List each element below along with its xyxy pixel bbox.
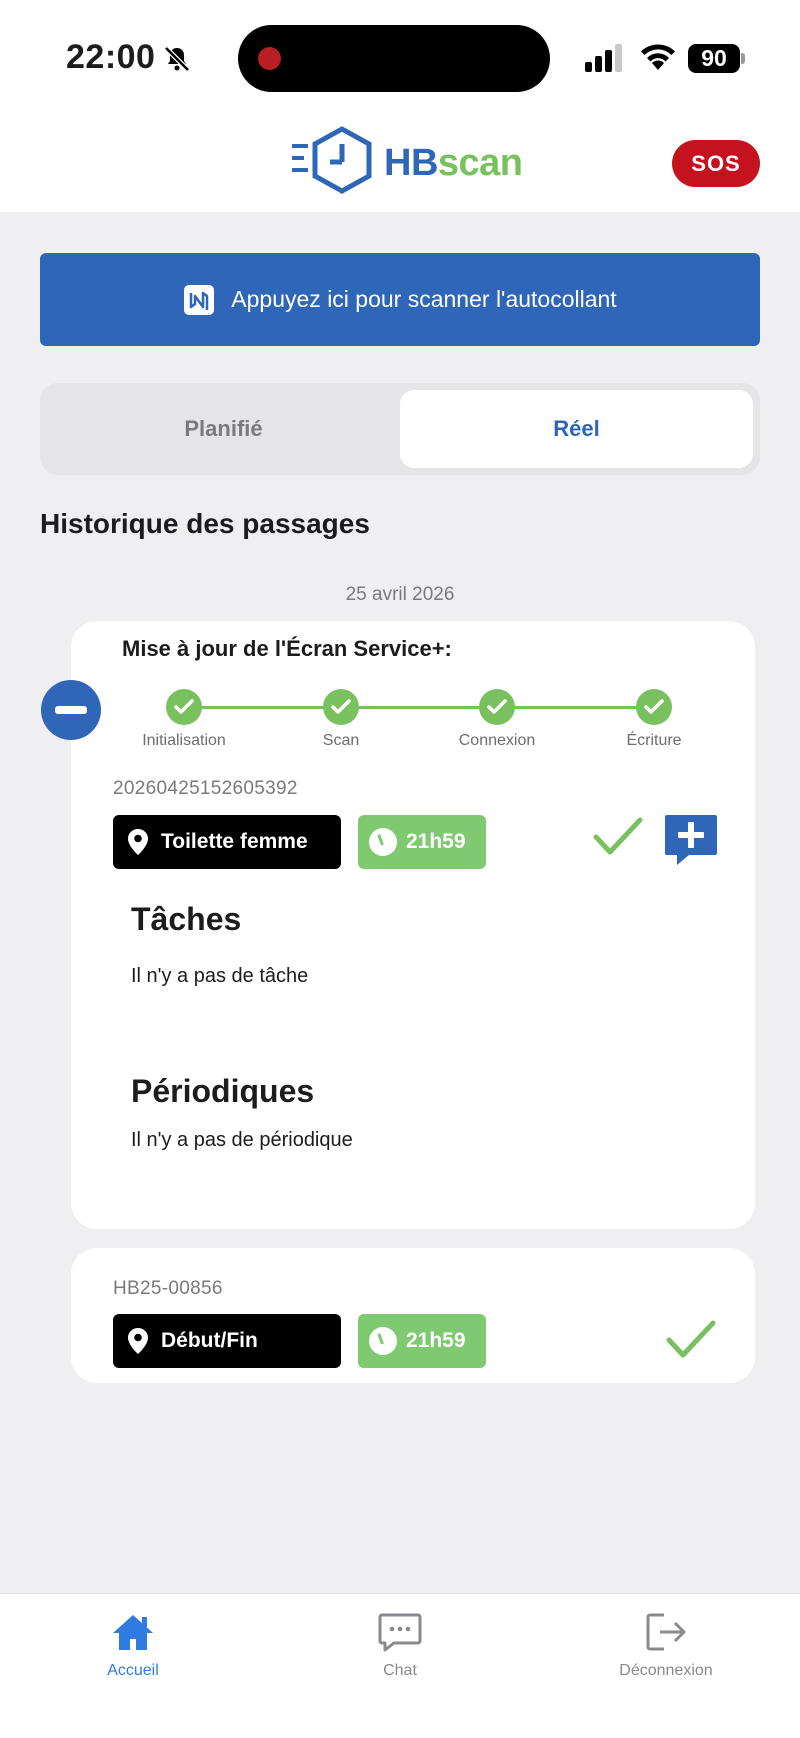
- logo-hb: HB: [384, 142, 438, 184]
- tab-logout-label: Déconnexion: [619, 1662, 713, 1679]
- nfc-icon: [184, 284, 215, 315]
- tab-chat[interactable]: Chat: [300, 1612, 500, 1680]
- chat-icon: [378, 1613, 422, 1652]
- segment-real[interactable]: Réel: [400, 390, 753, 468]
- home-icon: [113, 1615, 153, 1650]
- tab-logout[interactable]: Déconnexion: [566, 1612, 766, 1680]
- passage-card: HB25-00856 Début/Fin 21h59: [71, 1248, 755, 1383]
- map-pin-icon: [128, 829, 148, 855]
- periodic-title: Périodiques: [131, 1073, 315, 1109]
- step-label: Initialisation: [142, 732, 226, 749]
- step-connexion: Connexion: [432, 689, 562, 750]
- check-circle-icon: [323, 689, 359, 725]
- step-label: Scan: [322, 732, 360, 749]
- clock-icon: [369, 1327, 397, 1355]
- status-bar: 22:00 90: [0, 0, 800, 106]
- location-badge: Début/Fin: [113, 1314, 341, 1368]
- battery-level: 90: [688, 44, 740, 73]
- scan-sticker-button[interactable]: Appuyez ici pour scanner l'autocollant: [40, 253, 760, 346]
- passage-ref: HB25-00856: [113, 1278, 223, 1299]
- collapse-button[interactable]: [41, 680, 101, 740]
- time-badge: 21h59: [358, 1314, 486, 1368]
- location-label: Début/Fin: [161, 1329, 258, 1352]
- location-label: Toilette femme: [161, 830, 308, 853]
- tab-home-label: Accueil: [107, 1662, 159, 1679]
- tab-home[interactable]: Accueil: [33, 1612, 233, 1680]
- bell-muted-icon: [164, 46, 190, 72]
- step-label: Connexion: [458, 732, 536, 749]
- periodic-empty-text: Il n'y a pas de périodique: [131, 1129, 353, 1151]
- sos-button[interactable]: SOS: [672, 140, 760, 187]
- step-scan: Scan: [276, 689, 406, 750]
- step-label: Écriture: [626, 732, 682, 749]
- history-date: 25 avril 2026: [345, 584, 455, 605]
- update-title: Mise à jour de l'Écran Service+:: [122, 636, 452, 661]
- app-header: HBscan SOS: [0, 106, 800, 212]
- location-badge: Toilette femme: [113, 815, 341, 869]
- recording-dot: [258, 47, 281, 70]
- tab-chat-label: Chat: [383, 1662, 417, 1679]
- check-circle-icon: [479, 689, 515, 725]
- checkmark-icon: [593, 817, 643, 855]
- dynamic-island: [238, 25, 550, 92]
- step-initialisation: Initialisation: [119, 689, 249, 750]
- status-time: 22:00: [66, 38, 156, 76]
- step-ecriture: Écriture: [589, 689, 719, 750]
- check-circle-icon: [636, 689, 672, 725]
- passage-ref: 20260425152605392: [113, 778, 298, 799]
- battery-indicator: 90: [688, 44, 746, 73]
- bottom-tab-bar: Accueil Chat Déconnexion: [0, 1593, 800, 1738]
- passage-card: Mise à jour de l'Écran Service+: Initial…: [71, 621, 755, 1229]
- cellular-signal-icon: [585, 44, 622, 72]
- logo-scan: scan: [437, 142, 523, 184]
- check-circle-icon: [166, 689, 202, 725]
- mode-segmented-control: Planifié Réel: [40, 383, 760, 475]
- segment-planned[interactable]: Planifié: [47, 390, 400, 468]
- update-stepper: Initialisation Scan Connexion Écriture: [119, 689, 709, 749]
- time-label: 21h59: [406, 830, 466, 853]
- checkmark-icon: [666, 1320, 716, 1358]
- wifi-icon: [641, 44, 675, 70]
- time-label: 21h59: [406, 1329, 466, 1352]
- clock-icon: [369, 828, 397, 856]
- tasks-title: Tâches: [131, 901, 242, 937]
- hbscan-logo: HBscan: [290, 126, 523, 196]
- map-pin-icon: [128, 1328, 148, 1354]
- tasks-empty-text: Il n'y a pas de tâche: [131, 965, 309, 987]
- logout-icon: [646, 1613, 686, 1651]
- time-badge: 21h59: [358, 815, 486, 869]
- battery-tip: [741, 53, 745, 64]
- logo-text: HBscan: [384, 142, 523, 185]
- add-comment-button[interactable]: [663, 811, 719, 867]
- hexagon-clock-icon: [292, 126, 372, 194]
- history-title: Historique des passages: [40, 508, 370, 539]
- scan-sticker-label: Appuyez ici pour scanner l'autocollant: [231, 286, 617, 312]
